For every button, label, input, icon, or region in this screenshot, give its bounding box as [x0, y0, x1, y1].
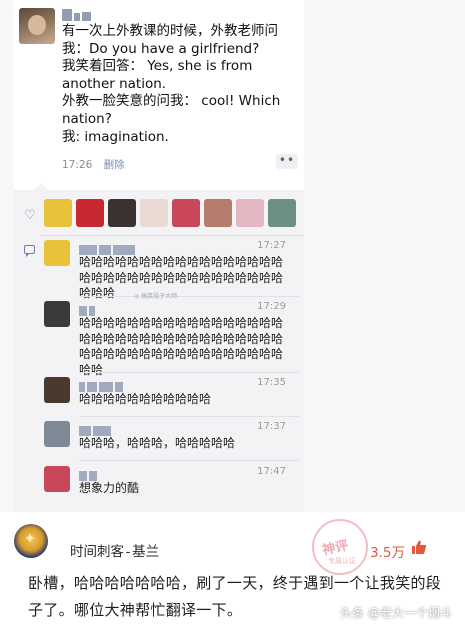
post-meta: 17:26 删除 — [62, 157, 125, 172]
red-flower-avatar[interactable] — [172, 199, 200, 227]
poster-name-blurred[interactable] — [62, 6, 106, 21]
commenter-avatar[interactable] — [44, 240, 70, 266]
comment-time: 17:47 — [257, 466, 286, 477]
comment-time: 17:29 — [257, 301, 286, 312]
small-watermark: ◎ 搞笑段子大师 — [134, 293, 178, 300]
comment-text: 哈哈哈，哈哈哈，哈哈哈哈哈 — [79, 436, 236, 450]
more-options-button[interactable]: •• — [276, 154, 298, 169]
comment-icon — [24, 245, 35, 257]
comment-text: 哈哈哈哈哈哈哈哈哈哈哈哈哈哈哈哈哈哈哈哈哈哈哈哈哈哈哈哈哈哈哈哈哈哈哈哈哈哈哈哈… — [79, 316, 284, 377]
minion-avatar[interactable] — [44, 199, 72, 227]
comment-divider — [79, 296, 300, 297]
post-time: 17:26 — [62, 159, 93, 171]
commenter-name-blurred[interactable] — [79, 377, 125, 392]
cartoon-girl-avatar[interactable] — [140, 199, 168, 227]
comment-item[interactable]: 17:27 哈哈哈哈哈哈哈哈哈哈哈哈哈哈哈哈哈哈哈哈哈哈哈哈哈哈哈哈哈哈哈哈哈哈… — [44, 240, 300, 300]
comment-divider — [79, 372, 300, 373]
thumbs-up-icon[interactable] — [411, 539, 427, 555]
commenter-name-blurred[interactable] — [79, 301, 97, 316]
delete-link[interactable]: 删除 — [104, 159, 125, 171]
like-count: 3.5万 — [370, 545, 405, 561]
commenter-name-blurred[interactable] — [79, 240, 137, 255]
comment-time: 17:35 — [257, 377, 286, 388]
stamp-title: 神评 — [321, 538, 350, 559]
comment-item[interactable]: 17:37 哈哈哈，哈哈哈，哈哈哈哈哈 — [44, 421, 300, 459]
like-avatar-list — [44, 199, 296, 227]
comment-item[interactable]: 17:47 想象力的酷 — [44, 466, 300, 504]
dark-portrait-avatar[interactable] — [108, 199, 136, 227]
stamp-subtitle: 专属认证 — [328, 557, 356, 565]
commenter-name-blurred[interactable] — [79, 466, 99, 481]
post-text: 有一次上外教课的时候，外教老师问我：Do you have a girlfrie… — [62, 23, 281, 145]
pink-avatar[interactable] — [236, 199, 264, 227]
source-watermark: 头条 @老大一个烟斗 — [340, 606, 452, 620]
reply-user-name[interactable]: 时间刺客-基兰 — [70, 540, 159, 560]
commenter-avatar[interactable] — [44, 301, 70, 327]
comment-time: 17:37 — [257, 421, 286, 432]
comment-item[interactable]: 17:35 哈哈哈哈哈哈哈哈哈哈哈 — [44, 377, 300, 415]
comment-text: 想象力的酷 — [79, 481, 140, 495]
red-logo-avatar[interactable] — [76, 199, 104, 227]
poster-avatar[interactable] — [19, 8, 55, 44]
comment-divider — [79, 416, 300, 417]
commenter-avatar[interactable] — [44, 466, 70, 492]
featured-comment-stamp: 神评 专属认证 — [312, 519, 368, 575]
girl-portrait-avatar[interactable] — [204, 199, 232, 227]
comment-text: 哈哈哈哈哈哈哈哈哈哈哈 — [79, 392, 212, 406]
commenter-name-blurred[interactable] — [79, 421, 113, 436]
heart-icon: ♡ — [24, 208, 36, 223]
commenter-avatar[interactable] — [44, 421, 70, 447]
rank-badge-icon — [14, 524, 48, 558]
likes-divider — [40, 235, 304, 236]
comment-item[interactable]: 17:29 哈哈哈哈哈哈哈哈哈哈哈哈哈哈哈哈哈哈哈哈哈哈哈哈哈哈哈哈哈哈哈哈哈哈… — [44, 301, 300, 377]
commenter-avatar[interactable] — [44, 377, 70, 403]
comment-divider — [79, 460, 300, 461]
outdoor-portrait-avatar[interactable] — [268, 199, 296, 227]
comment-time: 17:27 — [257, 240, 286, 251]
comment-text: 哈哈哈哈哈哈哈哈哈哈哈哈哈哈哈哈哈哈哈哈哈哈哈哈哈哈哈哈哈哈哈哈哈哈哈哈哈 — [79, 255, 284, 300]
